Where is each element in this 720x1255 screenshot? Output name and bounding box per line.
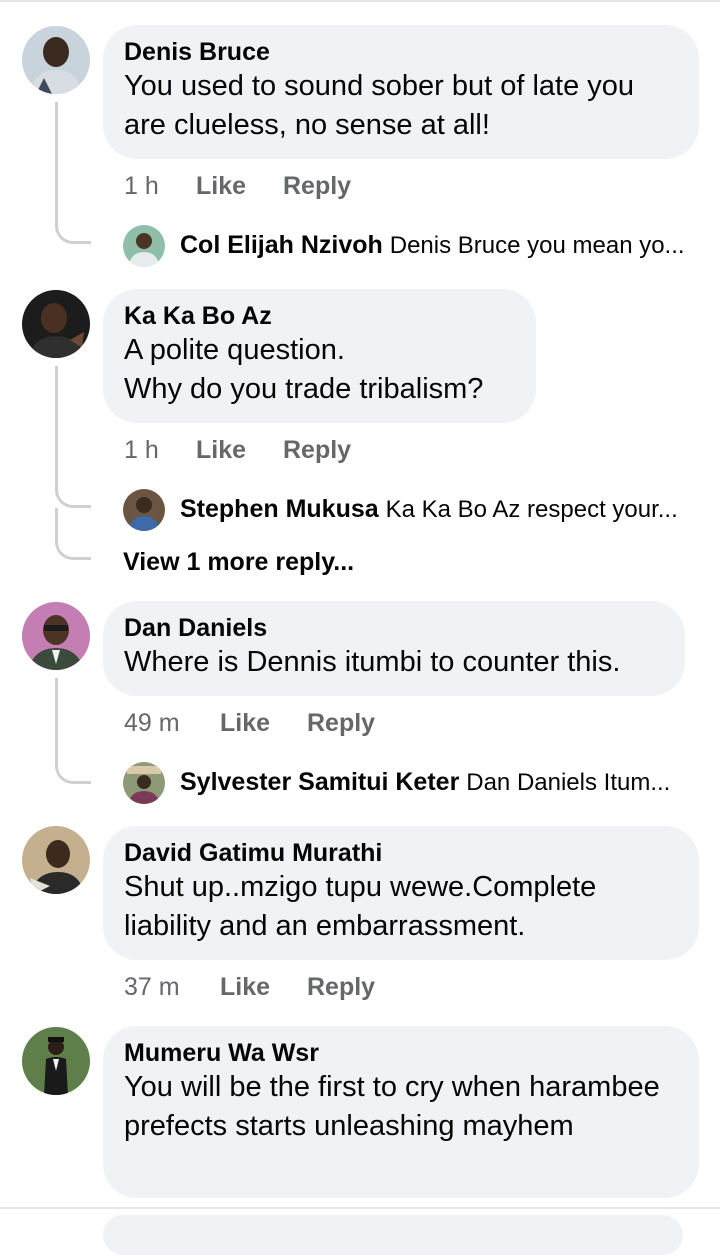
comment-time[interactable]: 49 m xyxy=(124,709,220,738)
comment-actions: 49 m Like Reply xyxy=(124,709,375,738)
like-button[interactable]: Like xyxy=(196,172,283,201)
person-avatar-icon xyxy=(22,602,90,670)
person-avatar-icon xyxy=(22,826,90,894)
thread-line xyxy=(55,102,58,222)
reply-author[interactable]: Stephen Mukusa xyxy=(180,495,379,523)
comment-actions: 1 h Like Reply xyxy=(124,172,351,201)
like-button[interactable]: Like xyxy=(220,709,307,738)
comment-actions: 1 h Like Reply xyxy=(124,436,351,465)
comment-author[interactable]: Dan Daniels xyxy=(124,613,663,643)
reply-button[interactable]: Reply xyxy=(307,973,375,1002)
person-avatar-icon xyxy=(22,26,90,94)
comment-bubble: Mumeru Wa Wsr You will be the first to c… xyxy=(103,1026,699,1198)
thread-branch xyxy=(55,762,91,784)
comment-text: Shut up..mzigo tupu wewe.Complete liabil… xyxy=(124,871,597,942)
comment-author[interactable]: Mumeru Wa Wsr xyxy=(124,1038,677,1068)
person-avatar-icon xyxy=(22,1027,90,1095)
comment-text: A polite question. Why do you trade trib… xyxy=(124,334,484,405)
next-comment-bubble xyxy=(103,1215,683,1255)
avatar[interactable] xyxy=(22,290,90,358)
thread-branch xyxy=(55,222,91,244)
reply-author[interactable]: Col Elijah Nzivoh xyxy=(180,231,383,259)
view-more-replies-link[interactable]: View 1 more reply... xyxy=(123,548,354,577)
reply-avatar xyxy=(123,762,165,804)
thread-branch xyxy=(55,538,91,560)
thread-branch xyxy=(55,486,91,508)
reply-preview[interactable]: Sylvester Samitui Keter Dan Daniels Itum… xyxy=(123,762,703,804)
comment-text: Where is Dennis itumbi to counter this. xyxy=(124,646,621,678)
reply-text: Ka Ka Bo Az respect your... xyxy=(385,496,678,523)
avatar[interactable] xyxy=(22,602,90,670)
reply-button[interactable]: Reply xyxy=(307,709,375,738)
reply-text: Dan Daniels Itum... xyxy=(466,769,671,796)
comment-author[interactable]: David Gatimu Murathi xyxy=(124,838,677,868)
comment-actions: 37 m Like Reply xyxy=(124,973,375,1002)
reply-preview[interactable]: Col Elijah Nzivoh Denis Bruce you mean y… xyxy=(123,225,703,267)
reply-button[interactable]: Reply xyxy=(283,172,351,201)
comment-text: You used to sound sober but of late you … xyxy=(124,70,635,141)
comment-bubble: Denis Bruce You used to sound sober but … xyxy=(103,25,699,159)
top-divider xyxy=(0,0,720,2)
like-button[interactable]: Like xyxy=(220,973,307,1002)
reply-avatar xyxy=(123,225,165,267)
comment-bubble: Ka Ka Bo Az A polite question. Why do yo… xyxy=(103,289,536,423)
reply-avatar xyxy=(123,489,165,531)
reply-button[interactable]: Reply xyxy=(283,436,351,465)
comment-time[interactable]: 1 h xyxy=(124,172,196,201)
reply-text: Denis Bruce you mean yo... xyxy=(389,232,685,259)
thread-line xyxy=(55,678,58,764)
comment-bubble: David Gatimu Murathi Shut up..mzigo tupu… xyxy=(103,826,699,960)
person-avatar-icon xyxy=(123,225,165,267)
like-button[interactable]: Like xyxy=(196,436,283,465)
comment-time[interactable]: 37 m xyxy=(124,973,220,1002)
person-avatar-icon xyxy=(123,489,165,531)
comment-text: You will be the first to cry when haramb… xyxy=(124,1071,660,1142)
reply-author[interactable]: Sylvester Samitui Keter xyxy=(180,768,459,796)
avatar[interactable] xyxy=(22,826,90,894)
avatar[interactable] xyxy=(22,1027,90,1095)
person-avatar-icon xyxy=(123,762,165,804)
comment-time[interactable]: 1 h xyxy=(124,436,196,465)
person-avatar-icon xyxy=(22,290,90,358)
comment-bubble: Dan Daniels Where is Dennis itumbi to co… xyxy=(103,601,685,696)
bottom-divider xyxy=(0,1207,720,1209)
thread-line xyxy=(55,508,58,540)
reply-preview[interactable]: Stephen Mukusa Ka Ka Bo Az respect your.… xyxy=(123,489,703,531)
avatar[interactable] xyxy=(22,26,90,94)
comment-author[interactable]: Denis Bruce xyxy=(124,37,677,67)
comment-author[interactable]: Ka Ka Bo Az xyxy=(124,301,514,331)
thread-line xyxy=(55,366,58,486)
